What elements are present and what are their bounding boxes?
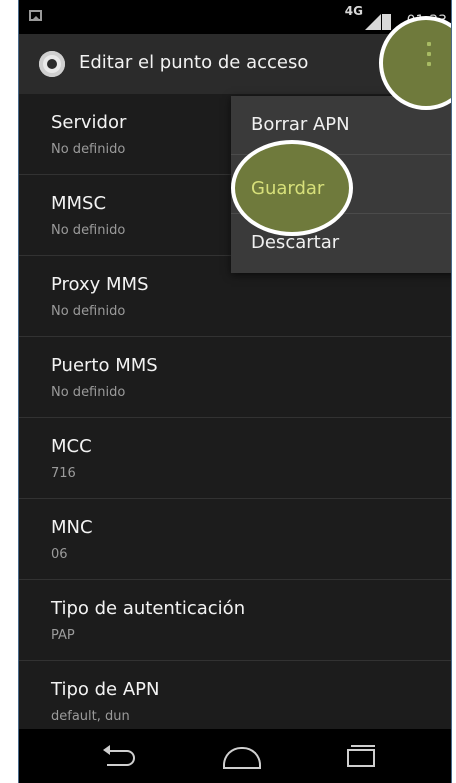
setting-value: No definido [51,304,126,319]
setting-tipo-autenticacion[interactable]: Tipo de autenticación PAP [19,580,451,661]
setting-value: default, dun [51,709,130,724]
highlight-label: Guardar [251,178,325,199]
setting-value: 716 [51,466,76,481]
setting-title: MNC [51,517,93,538]
signal-icon [365,14,381,30]
menu-item-label: Borrar APN [251,114,350,135]
home-icon[interactable] [219,743,279,769]
setting-title: Tipo de APN [51,679,160,700]
gear-icon[interactable] [36,51,68,77]
setting-title: Proxy MMS [51,274,149,295]
back-icon[interactable] [101,743,161,769]
recent-apps-icon[interactable] [339,743,399,769]
network-type: 4G [344,4,363,18]
setting-title: Tipo de autenticación [51,598,246,619]
notification-icon [29,10,42,21]
setting-title: MMSC [51,193,107,214]
setting-value: 06 [51,547,68,562]
setting-title: MCC [51,436,92,457]
setting-value: No definido [51,223,126,238]
battery-icon [382,14,391,30]
status-bar: 4G 01:33 [19,0,451,34]
setting-title: Servidor [51,112,127,133]
setting-value: PAP [51,628,75,643]
setting-mnc[interactable]: MNC 06 [19,499,451,580]
setting-value: No definido [51,385,126,400]
setting-puerto-mms[interactable]: Puerto MMS No definido [19,337,451,418]
setting-title: Puerto MMS [51,355,158,376]
more-vert-icon [427,42,431,66]
setting-value: No definido [51,142,126,157]
setting-mcc[interactable]: MCC 716 [19,418,451,499]
navigation-bar [19,729,451,783]
page-title: Editar el punto de acceso [79,52,309,73]
phone-screen: 4G 01:33 Editar el punto de acceso Servi… [18,0,452,783]
guardar-highlight[interactable]: Guardar [231,140,353,236]
